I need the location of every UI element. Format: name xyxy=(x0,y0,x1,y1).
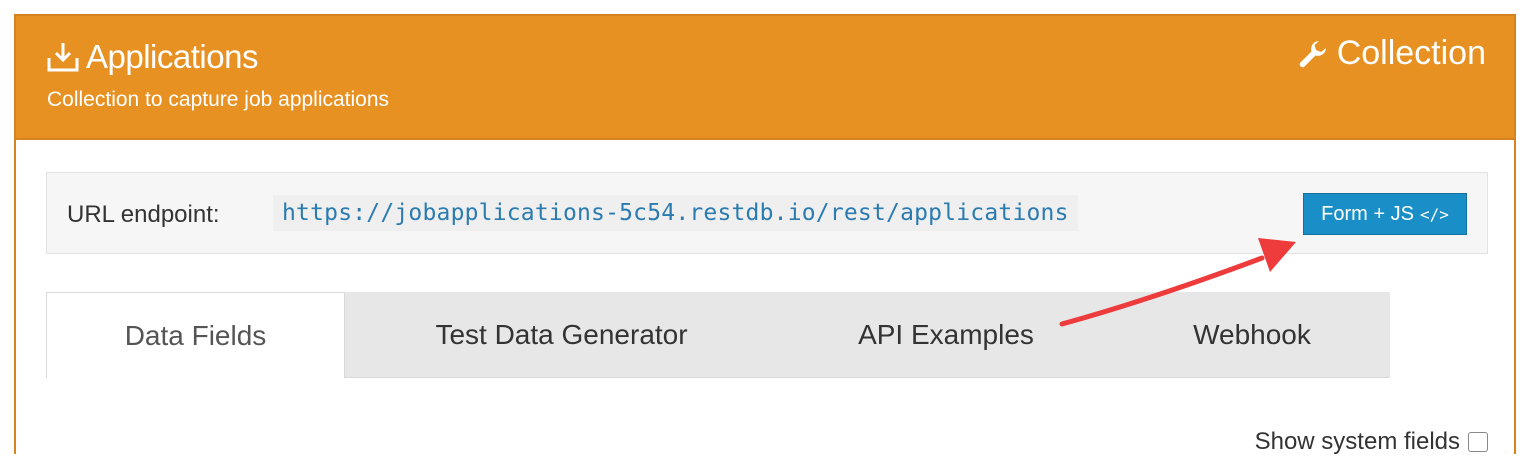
url-endpoint-label: URL endpoint: xyxy=(67,201,220,228)
tab-test-data-generator[interactable]: Test Data Generator xyxy=(345,292,778,378)
url-endpoint-box: URL endpoint: https://jobapplications-5c… xyxy=(46,172,1488,254)
url-endpoint-value[interactable]: https://jobapplications-5c54.restdb.io/r… xyxy=(273,195,1078,231)
collection-panel: Applications Collection to capture job a… xyxy=(14,14,1516,456)
panel-header: Applications Collection to capture job a… xyxy=(16,16,1514,140)
tab-api-examples[interactable]: API Examples xyxy=(778,292,1114,378)
form-js-label: Form + JS xyxy=(1321,202,1414,225)
page-subtitle: Collection to capture job applications xyxy=(47,88,390,111)
title-row: Applications xyxy=(46,38,258,76)
show-system-fields-checkbox[interactable] xyxy=(1468,432,1488,452)
collection-settings-button[interactable]: Collection xyxy=(1297,34,1486,73)
form-js-button[interactable]: Form + JS </> xyxy=(1303,193,1467,235)
download-icon xyxy=(46,40,80,74)
collection-tabs: Data Fields Test Data Generator API Exam… xyxy=(46,292,1390,378)
wrench-icon xyxy=(1297,38,1329,70)
page-title: Applications xyxy=(86,38,258,75)
show-system-fields-label: Show system fields xyxy=(1254,428,1460,455)
show-system-fields[interactable]: Show system fields xyxy=(1255,428,1488,456)
tab-data-fields[interactable]: Data Fields xyxy=(46,292,345,378)
code-icon: </> xyxy=(1419,204,1449,224)
tab-webhook[interactable]: Webhook xyxy=(1114,292,1390,378)
collection-label: Collection xyxy=(1336,34,1486,72)
